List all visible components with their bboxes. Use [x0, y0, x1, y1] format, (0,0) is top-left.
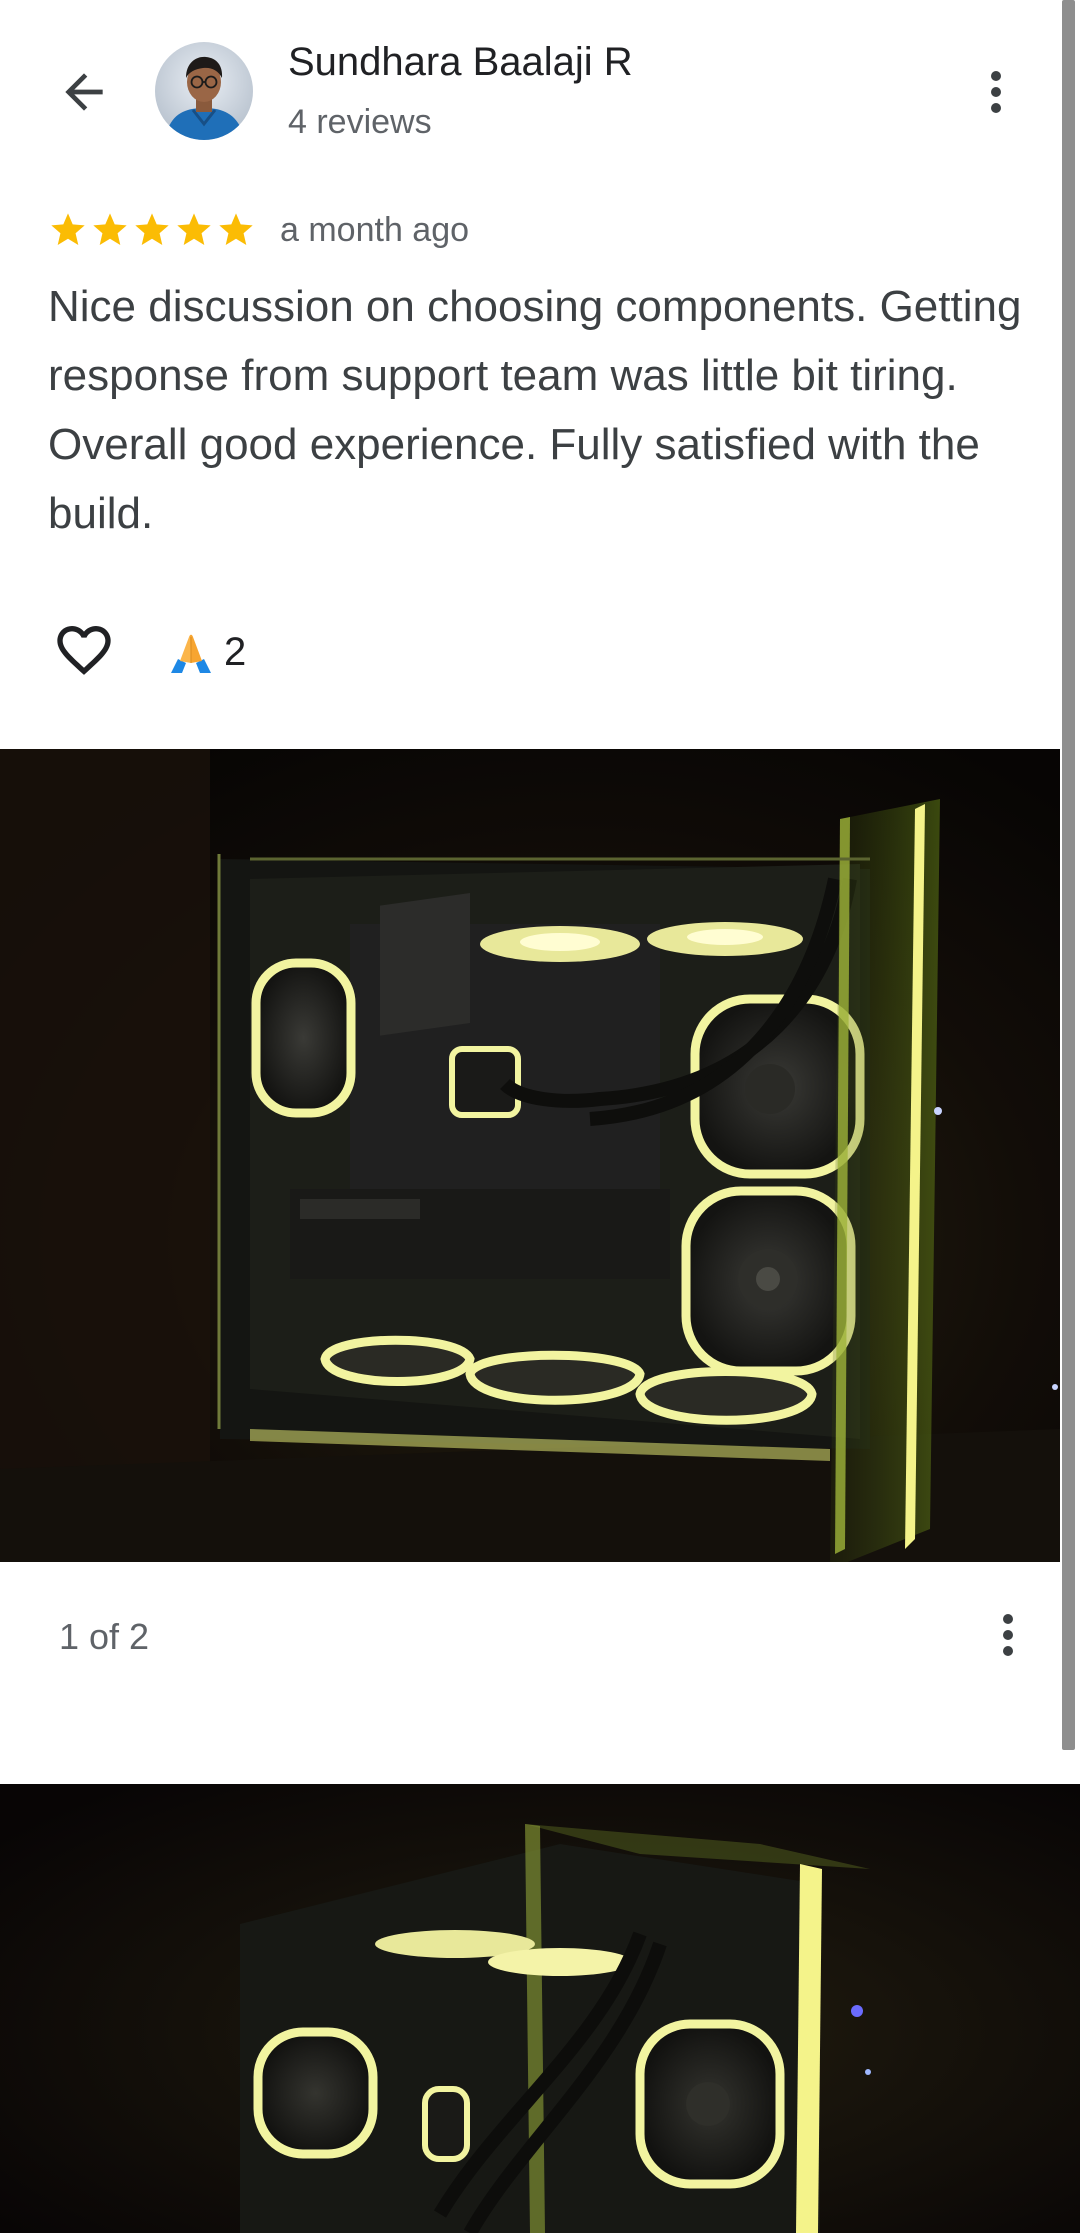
like-button[interactable]: [48, 614, 120, 686]
review-text: Nice discussion on choosing components. …: [48, 282, 1022, 538]
star-icon: [51, 213, 85, 245]
photo-footer: [0, 1562, 1060, 1784]
more-vert-icon: [1003, 1614, 1013, 1656]
review-photo-2[interactable]: [0, 1784, 1080, 2233]
back-button[interactable]: [44, 52, 124, 132]
user-reviews-count[interactable]: 4 reviews: [288, 103, 432, 142]
arrow-left-icon: [65, 73, 103, 111]
star-icon: [177, 213, 211, 245]
photo-counter: 1 of 2: [59, 1616, 150, 1657]
star-icon: [93, 213, 127, 245]
star-rating: [48, 210, 256, 250]
rating-row: a month ago: [48, 205, 469, 255]
review-detail-screen: Sundhara Baalaji R 4 reviews a month ago…: [0, 0, 1080, 2233]
photo-more-options-button[interactable]: [980, 1595, 1036, 1675]
review-time: a month ago: [280, 210, 470, 249]
avatar[interactable]: [155, 42, 253, 140]
star-icon: [135, 213, 169, 245]
review-header: Sundhara Baalaji R 4 reviews: [0, 0, 1080, 180]
review-photo-1[interactable]: [0, 749, 1060, 1562]
user-name[interactable]: Sundhara Baalaji R: [288, 40, 633, 85]
folded-hands-icon: [171, 634, 211, 673]
emoji-reaction[interactable]: 2: [168, 624, 246, 680]
heart-outline-icon: [57, 626, 111, 675]
more-options-button[interactable]: [966, 52, 1026, 132]
star-icon: [219, 213, 253, 245]
scrollbar-thumb[interactable]: [1062, 0, 1075, 1750]
reaction-count: 2: [224, 629, 247, 674]
more-vert-icon: [991, 71, 1001, 113]
